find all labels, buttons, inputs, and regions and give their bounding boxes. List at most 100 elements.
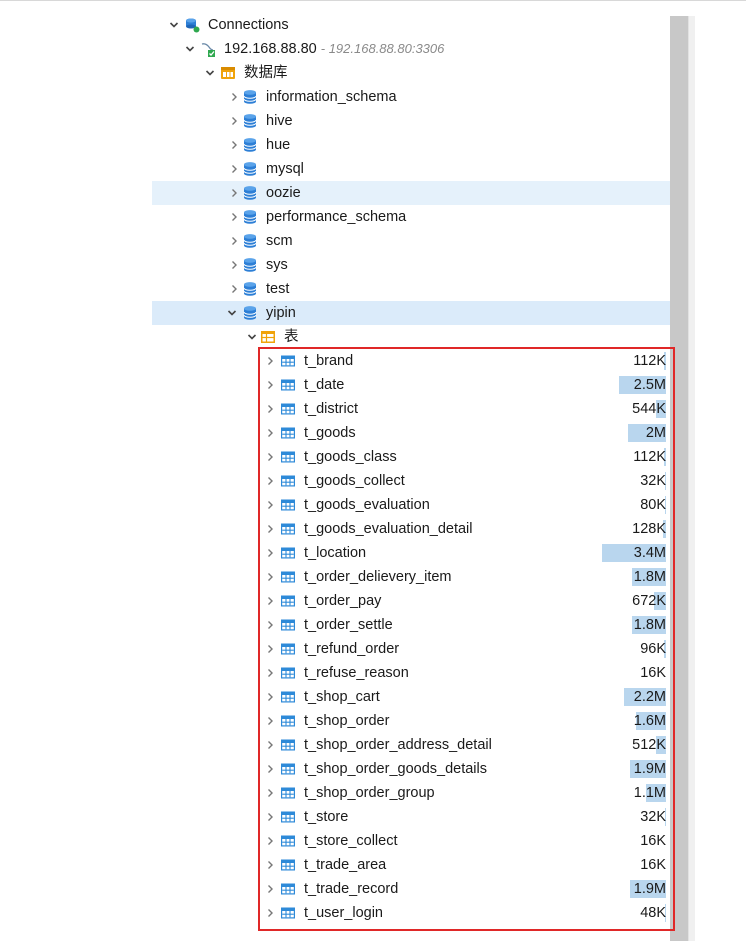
tree-node-table[interactable]: t_store_collect 16K [152, 829, 670, 853]
tree-node-database[interactable]: scm [152, 229, 670, 253]
chevron-right-icon[interactable] [264, 445, 276, 469]
chevron-right-icon[interactable] [264, 637, 276, 661]
table-icon [280, 641, 296, 657]
tree-node-database[interactable]: oozie [152, 181, 670, 205]
chevron-right-icon[interactable] [264, 349, 276, 373]
chevron-down-icon[interactable] [184, 37, 196, 61]
chevron-right-icon[interactable] [264, 685, 276, 709]
chevron-right-icon[interactable] [228, 229, 240, 253]
chevron-right-icon[interactable] [228, 133, 240, 157]
table-size-text: 2.5M [633, 377, 666, 393]
tree-node-table[interactable]: t_store 32K [152, 805, 670, 829]
tree-node-database[interactable]: mysql [152, 157, 670, 181]
table-size-text: 2.2M [633, 689, 666, 705]
table-size: 48K [602, 904, 666, 922]
tree-node-database[interactable]: hive [152, 109, 670, 133]
database-icon [242, 89, 258, 105]
tree-node-database-group[interactable]: 数据库 [152, 61, 670, 85]
tree-node-database[interactable]: yipin [152, 301, 670, 325]
chevron-right-icon[interactable] [264, 733, 276, 757]
tree-node-table[interactable]: t_order_settle 1.8M [152, 613, 670, 637]
tree-label-table: t_user_login [304, 905, 383, 921]
chevron-down-icon[interactable] [168, 13, 180, 37]
vertical-scrollbar-thumb[interactable] [670, 16, 688, 941]
tree-node-table[interactable]: t_goods 2M [152, 421, 670, 445]
tree-node-table[interactable]: t_shop_order_address_detail 512K [152, 733, 670, 757]
chevron-right-icon[interactable] [264, 757, 276, 781]
tree-label-database: performance_schema [266, 209, 407, 225]
tree-label-table: t_shop_order [304, 713, 390, 729]
tree-node-table[interactable]: t_location 3.4M [152, 541, 670, 565]
chevron-right-icon[interactable] [264, 565, 276, 589]
table-icon [280, 905, 296, 921]
chevron-down-icon[interactable] [246, 325, 258, 349]
table-icon [280, 881, 296, 897]
tree-label-table: t_store_collect [304, 833, 398, 849]
chevron-right-icon[interactable] [228, 253, 240, 277]
table-size: 80K [602, 496, 666, 514]
chevron-right-icon[interactable] [264, 877, 276, 901]
tree-label-table: t_order_settle [304, 617, 393, 633]
chevron-right-icon[interactable] [264, 853, 276, 877]
chevron-right-icon[interactable] [228, 109, 240, 133]
tree-node-table[interactable]: t_trade_area 16K [152, 853, 670, 877]
tree-label-database: yipin [266, 305, 296, 321]
tree-node-table[interactable]: t_user_login 48K [152, 901, 670, 925]
chevron-right-icon[interactable] [264, 589, 276, 613]
chevron-right-icon[interactable] [228, 85, 240, 109]
tree-node-table[interactable]: t_shop_cart 2.2M [152, 685, 670, 709]
tree-node-table[interactable]: t_goods_collect 32K [152, 469, 670, 493]
chevron-right-icon[interactable] [228, 157, 240, 181]
tree-node-database[interactable]: test [152, 277, 670, 301]
chevron-down-icon[interactable] [226, 301, 238, 325]
chevron-right-icon[interactable] [264, 805, 276, 829]
chevron-right-icon[interactable] [264, 781, 276, 805]
tree-node-table[interactable]: t_order_delievery_item 1.8M [152, 565, 670, 589]
tree-node-table[interactable]: t_goods_evaluation_detail 128K [152, 517, 670, 541]
tree-node-connection[interactable]: 192.168.88.80 - 192.168.88.80:3306 [152, 37, 670, 61]
vertical-scrollbar-track[interactable] [688, 16, 695, 941]
tree-node-table[interactable]: t_goods_evaluation 80K [152, 493, 670, 517]
tree-node-table[interactable]: t_date 2.5M [152, 373, 670, 397]
tree-node-table[interactable]: t_goods_class 112K [152, 445, 670, 469]
tree-node-tables-group[interactable]: 表 [152, 325, 670, 349]
table-icon [280, 857, 296, 873]
tree-node-table[interactable]: t_shop_order_goods_details 1.9M [152, 757, 670, 781]
tree-node-database[interactable]: information_schema [152, 85, 670, 109]
chevron-right-icon[interactable] [264, 613, 276, 637]
chevron-right-icon[interactable] [264, 469, 276, 493]
chevron-right-icon[interactable] [264, 901, 276, 925]
table-icon [280, 713, 296, 729]
table-size-text: 16K [640, 665, 666, 681]
chevron-right-icon[interactable] [264, 421, 276, 445]
chevron-right-icon[interactable] [228, 181, 240, 205]
tree-node-database[interactable]: hue [152, 133, 670, 157]
tree-node-table[interactable]: t_refuse_reason 16K [152, 661, 670, 685]
table-icon [280, 521, 296, 537]
connections-icon [184, 17, 200, 33]
tree-node-database[interactable]: sys [152, 253, 670, 277]
chevron-right-icon[interactable] [264, 829, 276, 853]
tree-node-table[interactable]: t_refund_order 96K [152, 637, 670, 661]
table-size-text: 96K [640, 641, 666, 657]
tree-node-table[interactable]: t_district 544K [152, 397, 670, 421]
chevron-right-icon[interactable] [264, 397, 276, 421]
mysql-connection-icon [200, 41, 216, 57]
chevron-right-icon[interactable] [264, 517, 276, 541]
tree-node-table[interactable]: t_trade_record 1.9M [152, 877, 670, 901]
tree-node-table[interactable]: t_order_pay 672K [152, 589, 670, 613]
chevron-right-icon[interactable] [264, 373, 276, 397]
tree-node-database[interactable]: performance_schema [152, 205, 670, 229]
chevron-right-icon[interactable] [228, 205, 240, 229]
chevron-right-icon[interactable] [264, 661, 276, 685]
chevron-down-icon[interactable] [204, 61, 216, 85]
tree-label-table: t_location [304, 545, 367, 561]
tree-node-table[interactable]: t_shop_order_group 1.1M [152, 781, 670, 805]
chevron-right-icon[interactable] [264, 493, 276, 517]
chevron-right-icon[interactable] [264, 541, 276, 565]
tree-node-table[interactable]: t_shop_order 1.6M [152, 709, 670, 733]
chevron-right-icon[interactable] [264, 709, 276, 733]
chevron-right-icon[interactable] [228, 277, 240, 301]
tree-node-connections[interactable]: Connections [152, 13, 670, 37]
tree-node-table[interactable]: t_brand 112K [152, 349, 670, 373]
